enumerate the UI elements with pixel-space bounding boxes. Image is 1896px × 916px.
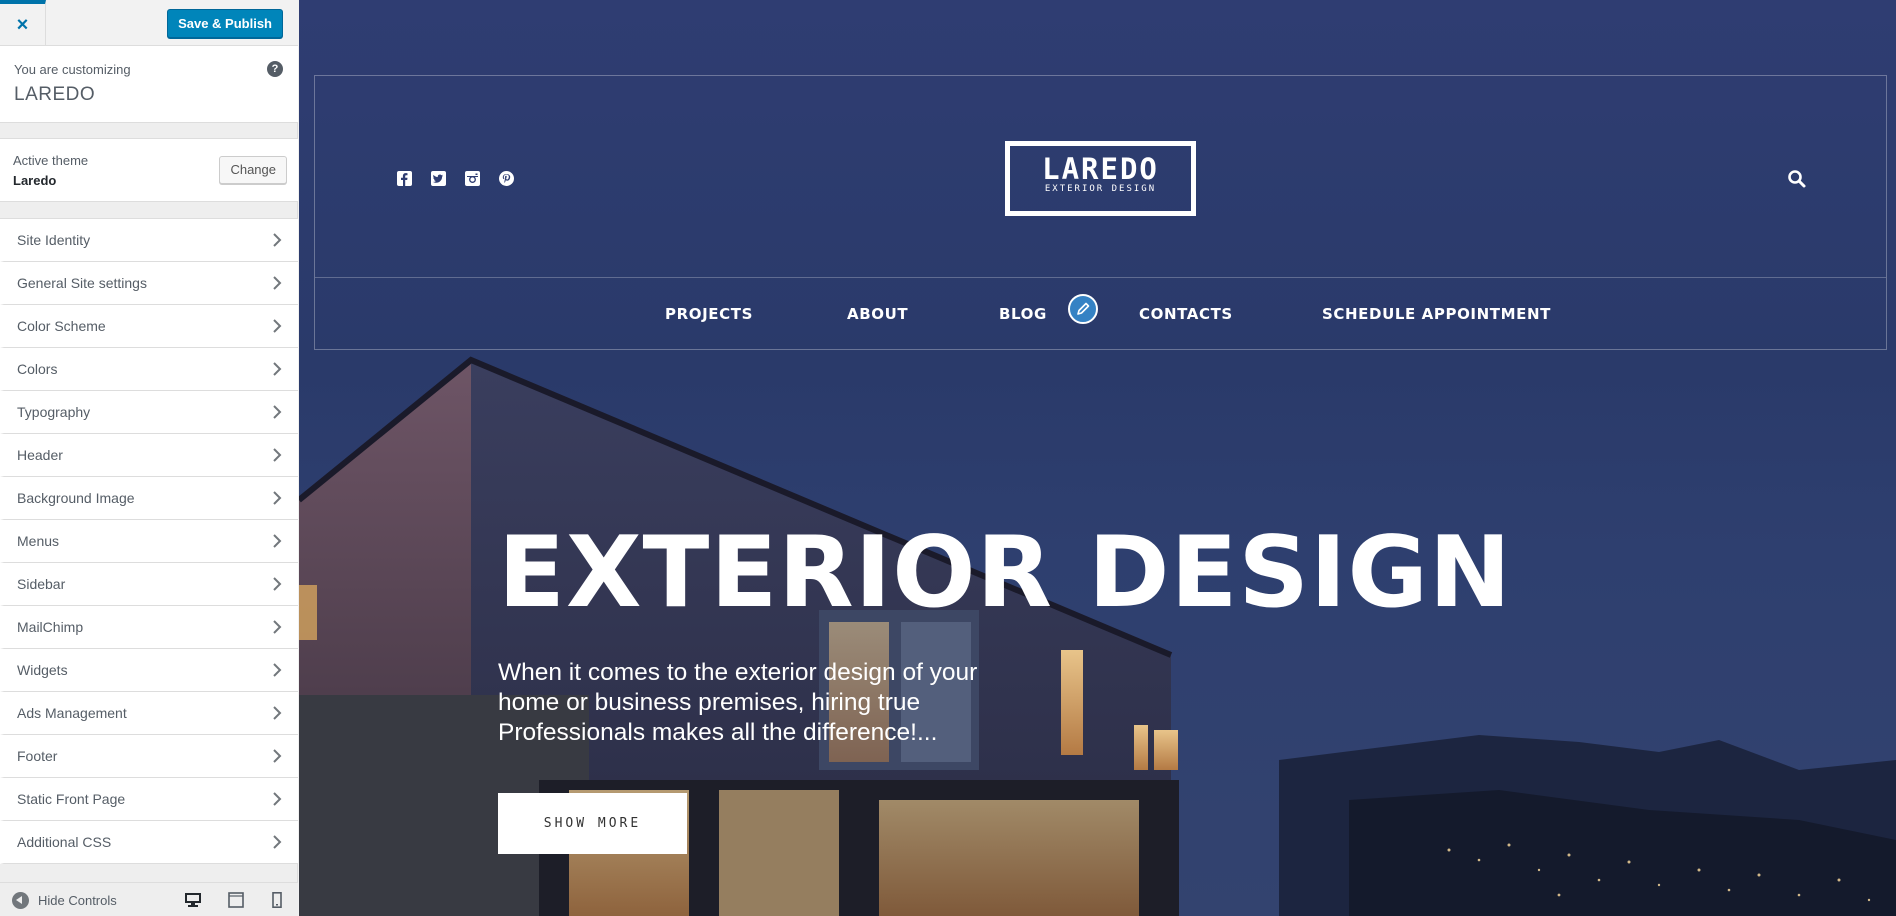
section-sidebar[interactable]: Sidebar [0,563,298,606]
show-more-button[interactable]: SHOW MORE [498,793,687,854]
section-label: Sidebar [17,576,66,592]
customizer-header: × Save & Publish [0,0,298,46]
desktop-icon[interactable] [184,892,202,908]
section-footer[interactable]: Footer [0,735,298,778]
section-mailchimp[interactable]: MailChimp [0,606,298,649]
chevron-right-icon [273,749,282,763]
customizer-sections: Site Identity General Site settings Color … [0,218,298,864]
chevron-right-icon [273,835,282,849]
close-icon: × [16,13,29,36]
active-theme-name: Laredo [13,173,57,188]
section-label: Background Image [17,490,135,506]
chevron-right-icon [273,276,282,290]
section-label: Ads Management [17,705,127,721]
section-label: Site Identity [17,232,91,248]
chevron-right-icon [273,663,282,677]
chevron-right-icon [273,706,282,720]
hero-title: EXTERIOR DESIGN [498,516,1512,630]
site-logo[interactable]: LAREDO EXTERIOR DESIGN [1005,141,1196,216]
instagram-icon[interactable] [465,171,480,186]
chevron-right-icon [273,362,282,376]
section-menus[interactable]: Menus [0,520,298,563]
customizer-sidebar: × Save & Publish You are customizing LAR… [0,0,298,916]
chevron-right-icon [273,233,282,247]
section-widgets[interactable]: Widgets [0,649,298,692]
customizing-info: You are customizing LAREDO ? [0,46,298,123]
section-ads-management[interactable]: Ads Management [0,692,298,735]
facebook-icon[interactable] [397,171,412,186]
site-title: LAREDO [14,84,96,105]
section-header[interactable]: Header [0,434,298,477]
save-publish-button[interactable]: Save & Publish [167,9,283,38]
chevron-right-icon [273,491,282,505]
hero-description: When it comes to the exterior design of … [498,659,978,746]
active-theme-label: Active theme [13,153,89,168]
main-navigation: PROJECTS ABOUT BLOG CONTACTS SCHEDULE AP… [315,278,1886,350]
nav-blog[interactable]: BLOG [999,305,1047,323]
collapse-arrow-icon [12,892,29,909]
section-site-identity[interactable]: Site Identity [0,219,298,262]
twitter-icon[interactable] [431,171,446,186]
help-icon[interactable]: ? [267,61,283,77]
active-theme-panel: Active theme Laredo Change [0,138,298,202]
chevron-right-icon [273,577,282,591]
chevron-right-icon [273,405,282,419]
section-general-site-settings[interactable]: General Site settings [0,262,298,305]
section-color-scheme[interactable]: Color Scheme [0,305,298,348]
edit-shortcut-button[interactable] [1068,294,1098,324]
customizer-footer: Hide Controls [0,882,298,916]
customizing-label: You are customizing [14,62,131,77]
chevron-right-icon [273,448,282,462]
nav-contacts[interactable]: CONTACTS [1139,305,1233,323]
section-label: Header [17,447,63,463]
hide-controls-button[interactable]: Hide Controls [12,892,117,909]
section-label: Footer [17,748,58,764]
mobile-icon[interactable] [268,892,286,908]
change-theme-button[interactable]: Change [219,156,287,184]
hide-controls-label: Hide Controls [38,893,117,908]
section-label: Widgets [17,662,68,678]
site-preview: LAREDO EXTERIOR DESIGN PROJECTS ABOUT BL… [299,0,1896,916]
logo-subtitle: EXTERIOR DESIGN [1044,184,1157,194]
section-typography[interactable]: Typography [0,391,298,434]
pinterest-icon[interactable] [499,171,514,186]
nav-schedule-appointment[interactable]: SCHEDULE APPOINTMENT [1322,305,1551,323]
section-label: Colors [17,361,58,377]
section-colors[interactable]: Colors [0,348,298,391]
section-label: Color Scheme [17,318,106,334]
section-label: General Site settings [17,275,147,291]
section-label: Additional CSS [17,834,112,850]
nav-projects[interactable]: PROJECTS [665,305,753,323]
chevron-right-icon [273,319,282,333]
section-label: Static Front Page [17,791,126,807]
search-icon[interactable] [1786,168,1808,190]
section-additional-css[interactable]: Additional CSS [0,821,298,864]
tablet-icon[interactable] [227,892,245,908]
social-links [397,171,514,186]
section-static-front-page[interactable]: Static Front Page [0,778,298,821]
pencil-icon [1077,302,1090,315]
chevron-right-icon [273,620,282,634]
logo-title: LAREDO [1042,152,1159,186]
close-customizer-button[interactable]: × [0,0,46,46]
chevron-right-icon [273,534,282,548]
section-label: Typography [17,404,91,420]
section-label: MailChimp [17,619,84,635]
section-label: Menus [17,533,60,549]
chevron-right-icon [273,792,282,806]
nav-about[interactable]: ABOUT [847,305,908,323]
site-header: LAREDO EXTERIOR DESIGN PROJECTS ABOUT BL… [314,75,1887,350]
section-background-image[interactable]: Background Image [0,477,298,520]
